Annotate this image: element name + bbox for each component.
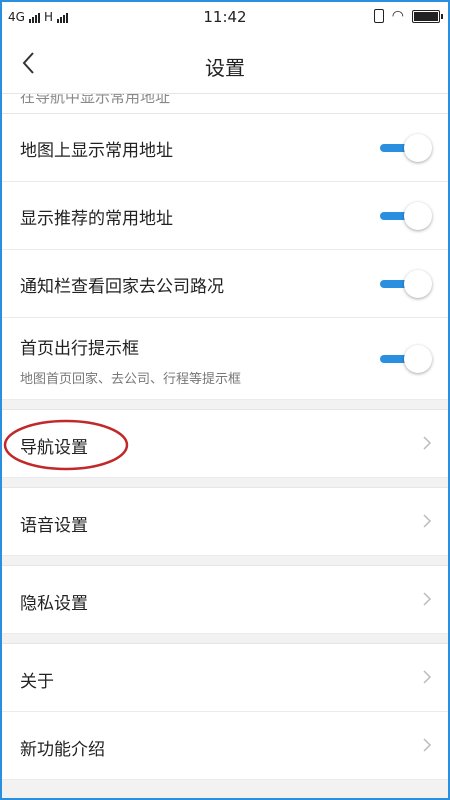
section-divider [2, 400, 448, 410]
partial-row-label: 在导航中显示常用地址 [20, 94, 171, 106]
toggle-switch[interactable] [380, 202, 432, 230]
toggle-switch[interactable] [380, 134, 432, 162]
vibrate-icon [373, 9, 384, 23]
item-label: 隐私设置 [20, 594, 88, 614]
chevron-right-icon [423, 514, 432, 528]
section-divider [2, 634, 448, 644]
chevron-right-icon [423, 436, 432, 450]
item-label: 新功能介绍 [20, 740, 105, 760]
partial-row: 在导航中显示常用地址 [2, 94, 448, 114]
setting-description: 地图首页回家、去公司、行程等提示框 [20, 372, 242, 387]
setting-label: 地图上显示常用地址 [20, 141, 173, 161]
toggle-settings-group: 地图上显示常用地址 显示推荐的常用地址 通知栏查看回家去公司路况 首页出行提示框… [2, 114, 448, 400]
navigation-settings-item[interactable]: 导航设置 [2, 410, 448, 478]
setting-label: 首页出行提示框 [20, 339, 139, 359]
toggle-switch[interactable] [380, 270, 432, 298]
page-title: 设置 [205, 56, 245, 80]
chevron-right-icon [423, 592, 432, 606]
status-bar: 4G H 11:42 ◠ [2, 2, 448, 34]
section-divider [2, 556, 448, 566]
chevron-right-icon [423, 738, 432, 752]
item-label: 关于 [20, 672, 54, 692]
setting-label: 显示推荐的常用地址 [20, 209, 173, 229]
setting-row: 显示推荐的常用地址 [2, 182, 448, 250]
wifi-icon: ◠ [391, 8, 404, 24]
voice-settings-item[interactable]: 语音设置 [2, 488, 448, 556]
new-features-item[interactable]: 新功能介绍 [2, 712, 448, 780]
item-label: 语音设置 [20, 516, 88, 536]
battery-icon [412, 9, 443, 23]
setting-row: 通知栏查看回家去公司路况 [2, 250, 448, 318]
nav-bar: 设置 [2, 34, 448, 94]
chevron-right-icon [423, 670, 432, 684]
privacy-settings-item[interactable]: 隐私设置 [2, 566, 448, 634]
toggle-switch[interactable] [380, 345, 432, 373]
item-label: 导航设置 [20, 438, 88, 458]
status-icons: ◠ [373, 8, 443, 24]
section-divider [2, 478, 448, 488]
about-item[interactable]: 关于 [2, 644, 448, 712]
setting-label: 通知栏查看回家去公司路况 [20, 277, 224, 297]
setting-row: 首页出行提示框 地图首页回家、去公司、行程等提示框 [2, 318, 448, 400]
setting-row: 地图上显示常用地址 [2, 114, 448, 182]
